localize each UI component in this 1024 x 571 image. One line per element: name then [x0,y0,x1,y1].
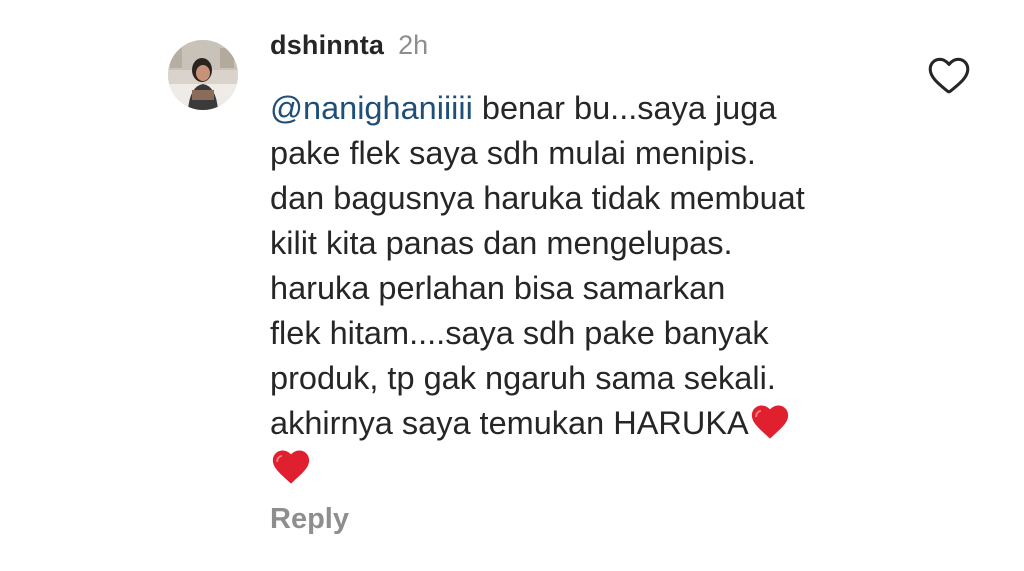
comment-line: @nanighaniiiii benar bu...saya juga [270,86,970,131]
timestamp: 2h [398,30,429,60]
comment-line-text: benar bu...saya juga [472,90,777,126]
comment-line: flek hitam....saya sdh pake banyak [270,315,769,351]
comment-line: akhirnya saya temukan HARUKA [270,401,970,446]
username[interactable]: dshinnta [270,30,384,61]
comment-line-text: akhirnya saya temukan HARUKA [270,405,749,441]
comment-text: @nanighaniiiii benar bu...saya juga pake… [270,86,970,491]
red-heart-icon [270,447,312,485]
comment-line: pake flek saya sdh mulai menipis. [270,135,756,171]
reply-button[interactable]: Reply [270,503,349,536]
avatar[interactable] [168,40,238,110]
mention-link[interactable]: @nanighaniiiii [270,90,473,126]
comment: dshinnta 2h @nanighaniiiii benar bu...sa… [0,0,1024,571]
comment-line: dan bagusnya haruka tidak membuat [270,180,805,216]
comment-line: produk, tp gak ngaruh sama sekali. [270,360,776,396]
comment-line [270,446,970,491]
comment-line: haruka perlahan bisa samarkan [270,270,726,306]
comment-line: kilit kita panas dan mengelupas. [270,225,733,261]
avatar-photo [168,40,238,110]
red-heart-icon [749,402,791,440]
comment-header: dshinnta 2h [270,30,428,70]
